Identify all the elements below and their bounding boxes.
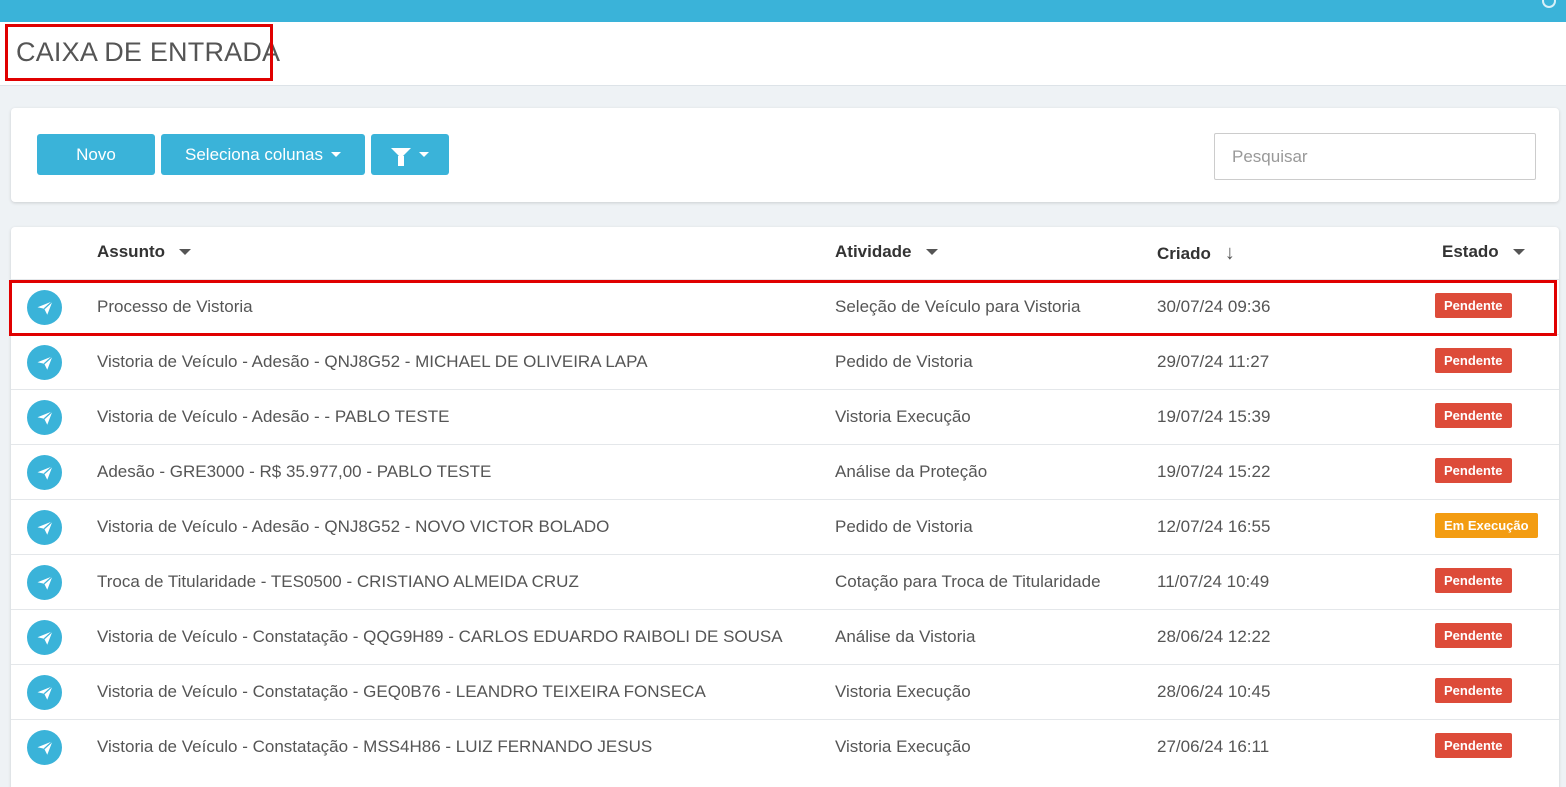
table-row[interactable]: Vistoria de Veículo - Adesão - QNJ8G52 -… xyxy=(11,334,1559,389)
table-row[interactable]: Vistoria de Veículo - Adesão - - PABLO T… xyxy=(11,389,1559,444)
inbox-table: Assunto Atividade Criado ↓ Estado Proces… xyxy=(11,227,1559,787)
status-badge: Pendente xyxy=(1435,568,1512,593)
cell-criado: 27/06/24 16:11 xyxy=(1157,737,1270,756)
cell-assunto: Vistoria de Veículo - Adesão - QNJ8G52 -… xyxy=(97,517,610,536)
cell-criado: 28/06/24 10:45 xyxy=(1157,682,1271,701)
page-header: CAIXA DE ENTRADA xyxy=(0,22,1566,86)
select-columns-button[interactable]: Seleciona colunas xyxy=(161,134,365,175)
page-title: CAIXA DE ENTRADA xyxy=(16,37,281,67)
cell-atividade: Cotação para Troca de Titularidade xyxy=(835,572,1101,591)
chevron-down-icon xyxy=(419,152,429,157)
cell-atividade: Seleção de Veículo para Vistoria xyxy=(835,297,1081,316)
column-header-criado[interactable]: Criado ↓ xyxy=(1157,242,1235,265)
status-badge: Pendente xyxy=(1435,678,1512,703)
cell-assunto: Adesão - GRE3000 - R$ 35.977,00 - PABLO … xyxy=(97,462,492,481)
cell-atividade: Análise da Proteção xyxy=(835,462,988,481)
status-badge: Pendente xyxy=(1435,293,1512,318)
column-header-label: Assunto xyxy=(97,242,165,261)
paper-plane-icon[interactable] xyxy=(27,675,62,710)
sort-caret-icon xyxy=(925,249,938,255)
paper-plane-icon[interactable] xyxy=(27,730,62,765)
paper-plane-icon[interactable] xyxy=(27,455,62,490)
cell-criado: 29/07/24 11:27 xyxy=(1157,352,1270,371)
table-row[interactable]: Vistoria de Veículo - Constatação - MSS4… xyxy=(11,719,1559,774)
paper-plane-icon[interactable] xyxy=(27,345,62,380)
cell-assunto: Vistoria de Veículo - Constatação - GEQ0… xyxy=(97,682,706,701)
cell-assunto: Vistoria de Veículo - Adesão - - PABLO T… xyxy=(97,407,450,426)
column-header-estado[interactable]: Estado xyxy=(1442,242,1525,262)
cell-atividade: Vistoria Execução xyxy=(835,407,971,426)
column-header-label: Atividade xyxy=(835,242,912,261)
table-row[interactable]: Adesão - GRE3000 - R$ 35.977,00 - PABLO … xyxy=(11,444,1559,499)
status-badge: Pendente xyxy=(1435,458,1512,483)
status-badge: Em Execução xyxy=(1435,513,1538,538)
paper-plane-icon[interactable] xyxy=(27,510,62,545)
sort-descending-icon: ↓ xyxy=(1224,242,1235,264)
cell-atividade: Vistoria Execução xyxy=(835,682,971,701)
cell-atividade: Pedido de Vistoria xyxy=(835,352,973,371)
table-row[interactable]: Vistoria de Veículo - Constatação - QQG9… xyxy=(11,609,1559,664)
paper-plane-icon[interactable] xyxy=(27,290,62,325)
cell-criado: 30/07/24 09:36 xyxy=(1157,297,1271,316)
column-header-assunto[interactable]: Assunto xyxy=(97,242,191,262)
select-columns-label: Seleciona colunas xyxy=(185,144,323,164)
status-badge: Pendente xyxy=(1435,403,1512,428)
filter-icon xyxy=(391,147,411,166)
table-row[interactable]: Troca de Titularidade - TES0500 - CRISTI… xyxy=(11,554,1559,609)
paper-plane-icon[interactable] xyxy=(27,400,62,435)
cell-assunto: Vistoria de Veículo - Constatação - QQG9… xyxy=(97,627,783,646)
filter-button[interactable] xyxy=(371,134,449,175)
table-row[interactable]: Vistoria de Veículo - Adesão - QNJ8G52 -… xyxy=(11,499,1559,554)
column-header-label: Criado xyxy=(1157,243,1211,263)
cell-atividade: Análise da Vistoria xyxy=(835,627,976,646)
table-row[interactable]: Processo de Vistoria Seleção de Veículo p… xyxy=(11,279,1559,334)
chevron-down-icon xyxy=(330,152,341,157)
novo-button[interactable]: Novo xyxy=(37,134,155,175)
sort-caret-icon xyxy=(1512,249,1525,255)
sort-caret-icon xyxy=(179,249,191,255)
status-badge: Pendente xyxy=(1435,623,1512,648)
cell-criado: 19/07/24 15:22 xyxy=(1157,462,1271,481)
cell-criado: 11/07/24 10:49 xyxy=(1157,572,1270,591)
cell-criado: 28/06/24 12:22 xyxy=(1157,627,1271,646)
column-header-label: Estado xyxy=(1442,242,1499,261)
column-header-atividade[interactable]: Atividade xyxy=(835,242,938,262)
cell-atividade: Pedido de Vistoria xyxy=(835,517,973,536)
status-badge: Pendente xyxy=(1435,348,1512,373)
cell-criado: 19/07/24 15:39 xyxy=(1157,407,1271,426)
cell-atividade: Vistoria Execução xyxy=(835,737,971,756)
search-input[interactable] xyxy=(1214,133,1536,180)
cell-criado: 12/07/24 16:55 xyxy=(1157,517,1271,536)
user-icon[interactable] xyxy=(1542,0,1556,8)
novo-button-label: Novo xyxy=(76,144,116,164)
paper-plane-icon[interactable] xyxy=(27,620,62,655)
top-bar xyxy=(0,0,1566,22)
cell-assunto: Processo de Vistoria xyxy=(97,297,253,316)
cell-assunto: Vistoria de Veículo - Constatação - MSS4… xyxy=(97,737,653,756)
table-row[interactable]: Vistoria de Veículo - Constatação - GEQ0… xyxy=(11,664,1559,719)
cell-assunto: Vistoria de Veículo - Adesão - QNJ8G52 -… xyxy=(97,352,648,371)
toolbar-card: Novo Seleciona colunas xyxy=(11,108,1559,202)
status-badge: Pendente xyxy=(1435,733,1512,758)
paper-plane-icon[interactable] xyxy=(27,565,62,600)
cell-assunto: Troca de Titularidade - TES0500 - CRISTI… xyxy=(97,572,579,591)
